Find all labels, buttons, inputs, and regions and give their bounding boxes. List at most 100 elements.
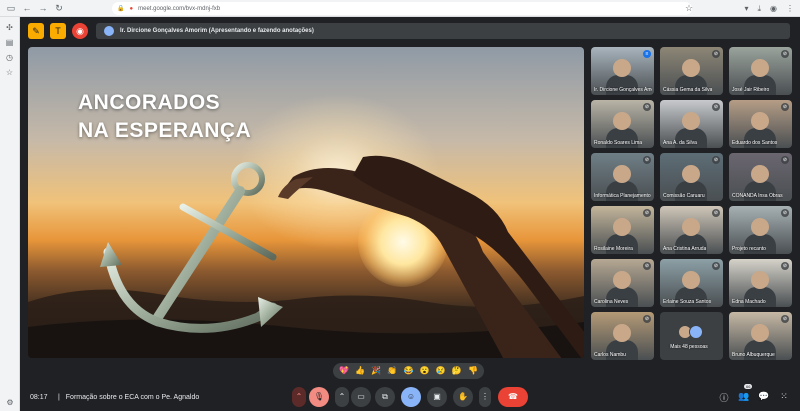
sidebar-toggle-icon[interactable]: ▭ xyxy=(6,0,16,17)
more-options-button[interactable]: ⋮ xyxy=(479,387,491,407)
raise-hand-button[interactable]: ✋ xyxy=(453,387,473,407)
leave-call-button[interactable]: ☎ xyxy=(498,387,528,407)
reaction-laugh[interactable]: 😂 xyxy=(404,363,414,379)
browser-toolbar: ▭ ← → ↻ 🔒 ● meet.google.com/bvx-mdnj-fxb… xyxy=(0,0,800,17)
reaction-clap[interactable]: 👏 xyxy=(387,363,397,379)
menu-icon[interactable]: ⋮ xyxy=(786,0,794,17)
participant-tile[interactable]: ⊘ Edna Machado xyxy=(729,259,792,307)
participant-name: CONANDA Insa Obras xyxy=(732,193,783,199)
mic-off-icon: ⊘ xyxy=(712,103,720,111)
camera-options-button[interactable]: ⌃ xyxy=(335,387,349,407)
reaction-thumbs-up[interactable]: 👍 xyxy=(355,363,365,379)
participant-tile[interactable]: ⊘ Informática Planejamento xyxy=(591,153,654,201)
participant-tile[interactable]: ⊘ Ana Cristina Arruda xyxy=(660,206,723,254)
mic-off-icon: ⊘ xyxy=(712,209,720,217)
participant-tile[interactable]: ⊘ Cássia Gema da Silva xyxy=(660,47,723,95)
participant-face xyxy=(613,271,631,289)
participant-tile[interactable]: ⊘ Carolina Neves xyxy=(591,259,654,307)
presenting-banner: Ir. Dircione Gonçalves Amorim (Apresenta… xyxy=(96,23,790,39)
mic-off-icon: ⊘ xyxy=(781,315,789,323)
mic-off-icon: ⊘ xyxy=(712,262,720,270)
meeting-title-text: Formação sobre o ECA com o Pe. Agnaldo xyxy=(65,394,200,401)
participant-face xyxy=(682,112,700,130)
captions-button[interactable]: ▣ xyxy=(427,387,447,407)
download-icon[interactable]: ⤓ xyxy=(757,0,761,17)
presenter-tools: ✎ T ◉ xyxy=(28,23,88,39)
bookmark-star-icon[interactable]: ☆ xyxy=(684,0,694,17)
camera-indicator-icon[interactable]: ● xyxy=(129,6,133,12)
participant-name: Carlos Nambu xyxy=(594,352,626,358)
participant-name: Bruno Albuquerque xyxy=(732,352,775,358)
participant-name: Mais 48 pessoas xyxy=(670,344,708,350)
profile-icon[interactable]: ◉ xyxy=(770,0,777,17)
participant-name: Ana Cristina Arruda xyxy=(663,246,707,252)
meeting-clock: 08:17 xyxy=(30,394,48,401)
participant-name: Comissão Caruaru xyxy=(663,193,705,199)
participant-tile[interactable]: ⊘ Ronaldo Soares Lima xyxy=(591,100,654,148)
participant-tile[interactable]: ⊘ Comissão Caruaru xyxy=(660,153,723,201)
presenter-avatar xyxy=(104,26,114,36)
slide-title-line1: ANCORADOS xyxy=(78,91,221,114)
mic-toggle-button[interactable]: 🎙 xyxy=(309,387,329,407)
smiley-icon: ☺ xyxy=(406,392,416,401)
mic-options-button[interactable]: ⌃ xyxy=(292,387,306,407)
reaction-sad[interactable]: 😢 xyxy=(436,363,446,379)
participant-tile[interactable]: ⊘ Eduardo dos Santos xyxy=(729,100,792,148)
mic-off-icon: ⊘ xyxy=(643,209,651,217)
tab-search-icon[interactable]: ▾ xyxy=(744,0,748,17)
participant-tile[interactable]: ≡ Ir. Dircione Gonçalves Amorim xyxy=(591,47,654,95)
participant-name: Erlaine Souza Santos xyxy=(663,299,712,305)
mic-off-icon: ⊘ xyxy=(781,262,789,270)
reaction-party[interactable]: 🎉 xyxy=(371,363,381,379)
reaction-thinking[interactable]: 🤔 xyxy=(452,363,462,379)
arrow-left-icon[interactable]: ← xyxy=(22,0,32,17)
participant-face xyxy=(682,165,700,183)
speaking-indicator-icon: ≡ xyxy=(643,50,651,58)
reading-list-icon[interactable]: ▤ xyxy=(0,38,19,47)
chevron-up-icon: ⌃ xyxy=(295,392,303,401)
reaction-thumbs-down[interactable]: 👎 xyxy=(468,363,478,379)
url-text: meet.google.com/bvx-mdnj-fxb xyxy=(138,5,221,12)
info-icon[interactable]: ⓘ xyxy=(718,391,730,404)
participant-face xyxy=(751,218,769,236)
meeting-title: | Formação sobre o ECA com o Pe. Agnaldo xyxy=(58,394,199,401)
slide-title: ANCORADOS NA ESPERANÇA xyxy=(78,89,251,145)
participant-tile[interactable]: ⊘ CONANDA Insa Obras xyxy=(729,153,792,201)
avatar xyxy=(689,325,703,339)
mic-off-icon: ⊘ xyxy=(643,103,651,111)
settings-icon[interactable]: ⚙ xyxy=(0,398,20,407)
participant-tile[interactable]: ⊘ José Jair Ribeiro xyxy=(729,47,792,95)
stop-annotation-icon[interactable]: ◉ xyxy=(72,23,88,39)
reaction-heart[interactable]: 💖 xyxy=(339,363,349,379)
reactions-bar: 💖 👍 🎉 👏 😂 😮 😢 🤔 👎 xyxy=(333,363,484,379)
activities-icon[interactable]: ⁙ xyxy=(778,391,790,402)
mic-off-icon: ⊘ xyxy=(781,156,789,164)
participant-avatars xyxy=(678,325,703,339)
participant-tile[interactable]: ⊘ Ana A. da Silva xyxy=(660,100,723,148)
extensions-icon[interactable]: ✣ xyxy=(0,23,19,32)
reload-icon[interactable]: ↻ xyxy=(54,0,64,17)
annotate-pen-icon[interactable]: ✎ xyxy=(28,23,44,39)
favorites-icon[interactable]: ☆ xyxy=(0,68,19,77)
participant-tile[interactable]: ⊘ Bruno Albuquerque xyxy=(729,312,792,360)
participant-tile[interactable]: ⊘ Erlaine Souza Santos xyxy=(660,259,723,307)
more-vert-icon: ⋮ xyxy=(481,392,489,401)
participant-tile[interactable]: ⊘ Projeto recanto xyxy=(729,206,792,254)
reaction-surprised[interactable]: 😮 xyxy=(420,363,430,379)
annotate-text-icon[interactable]: T xyxy=(50,23,66,39)
arrow-right-icon[interactable]: → xyxy=(38,0,48,17)
present-screen-button[interactable]: ⧉ xyxy=(375,387,395,407)
participant-tile[interactable]: ⊘ Rosilaine Moreira xyxy=(591,206,654,254)
chat-icon[interactable]: 💬 xyxy=(758,391,770,402)
presenting-label: Ir. Dircione Gonçalves Amorim (Apresenta… xyxy=(120,28,314,34)
emoji-reactions-button[interactable]: ☺ xyxy=(401,387,421,407)
address-bar[interactable]: 🔒 ● meet.google.com/bvx-mdnj-fxb xyxy=(112,2,692,15)
participant-face xyxy=(751,112,769,130)
people-icon[interactable]: 👥 xyxy=(738,391,750,402)
participant-tile[interactable]: ⊘ Carlos Nambu xyxy=(591,312,654,360)
anchor-image xyxy=(100,162,283,333)
participant-face xyxy=(751,59,769,77)
more-participants-tile[interactable]: Mais 48 pessoas xyxy=(660,312,723,360)
camera-toggle-button[interactable]: ▭ xyxy=(351,387,371,407)
history-icon[interactable]: ◷ xyxy=(0,53,19,62)
